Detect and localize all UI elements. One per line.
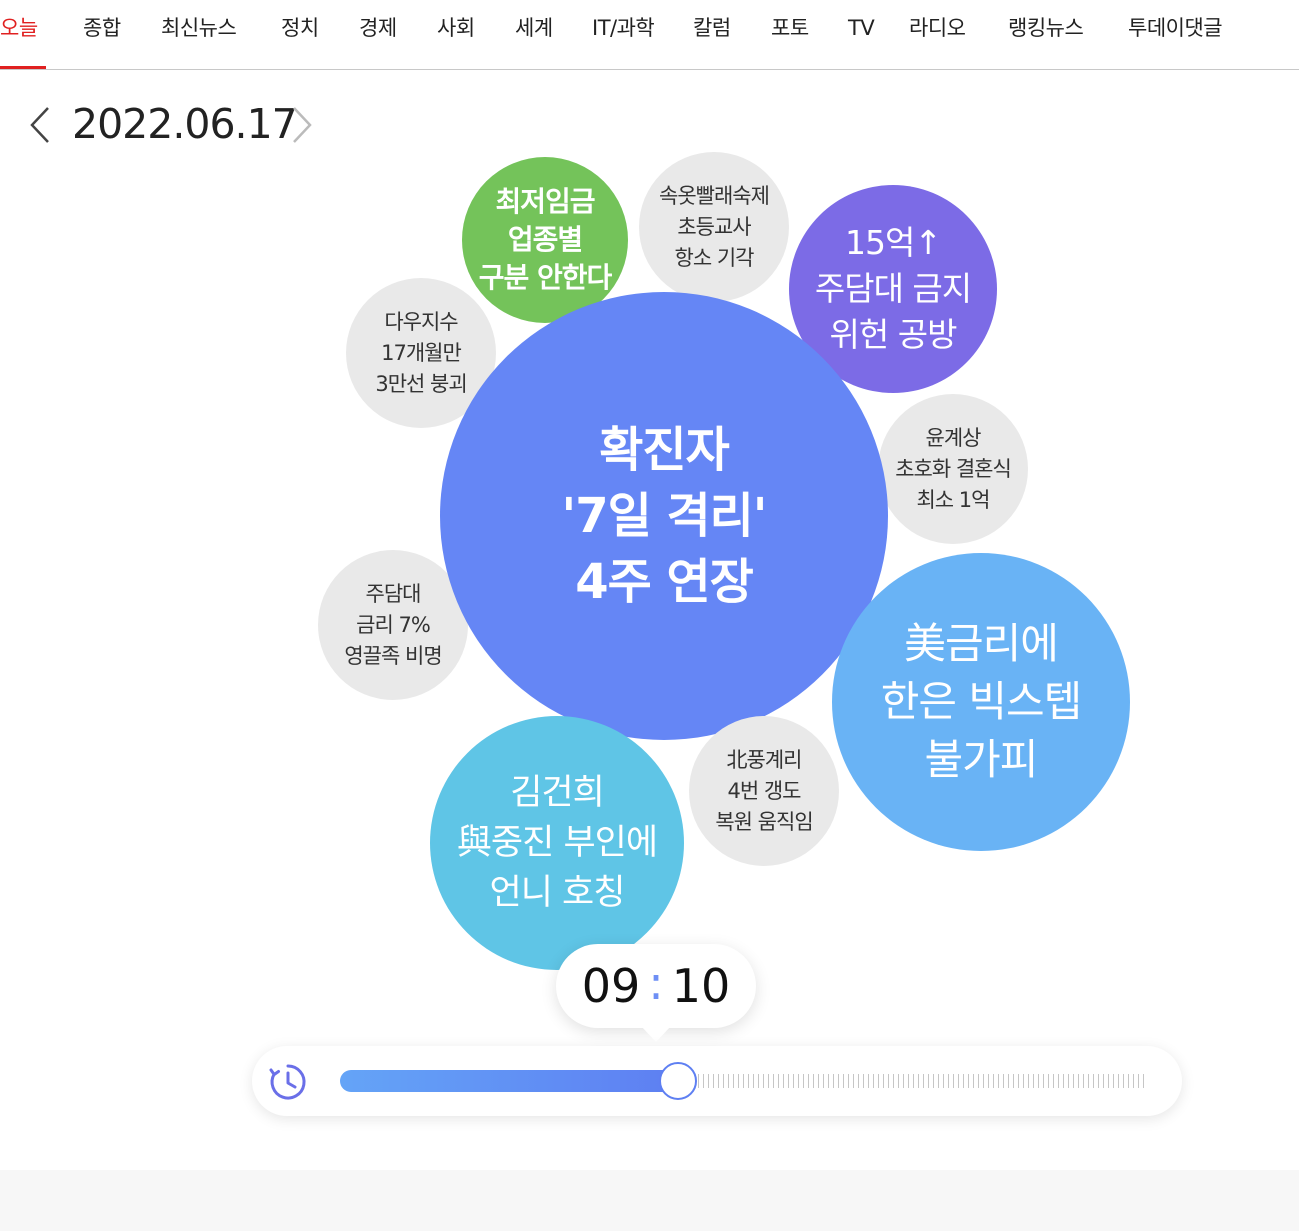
news-bubble-text: 北풍계리 4번 갱도 복원 움직임 [715,747,813,834]
news-bubble-nk-punggye[interactable]: 北풍계리 4번 갱도 복원 움직임 [689,716,839,866]
clock-icon-svg [269,1064,306,1100]
nav-item-ranking[interactable]: 랭킹뉴스 [1008,0,1084,70]
news-bubble-text: 확진자 '7일 격리' 4주 연장 [561,422,768,610]
nav-item-it-science[interactable]: IT/과학 [592,0,655,70]
news-bubble-wedding[interactable]: 윤계상 초호화 결혼식 최소 1억 [878,394,1028,544]
nav-item-radio[interactable]: 라디오 [909,0,966,70]
news-bubble-text: 김건희 與중진 부인에 언니 호칭 [456,773,658,913]
nav-item-society[interactable]: 사회 [437,0,475,70]
time-tooltip-tail [641,1026,671,1042]
nav-item-today-comments[interactable]: 투데이댓글 [1128,0,1223,70]
news-bubble-text: 속옷빨래숙제 초등교사 항소 기각 [659,183,770,270]
current-date: 2022.06.17 [72,100,298,148]
news-bubble-mortgage-rate[interactable]: 주담대 금리 7% 영끌족 비명 [318,550,468,700]
news-bubble-text: 주담대 금리 7% 영끌족 비명 [344,581,442,668]
news-bubble-text: 다우지수 17개월만 3만선 붕괴 [375,309,467,396]
news-bubble-text: 15억↑ 주담대 금지 위헌 공방 [814,223,972,354]
time-colon: : [648,956,664,1010]
news-bubble-quarantine[interactable]: 확진자 '7일 격리' 4주 연장 [440,292,888,740]
news-bubble-underwear[interactable]: 속옷빨래숙제 초등교사 항소 기각 [639,152,789,302]
nav-item-general[interactable]: 종합 [83,0,121,70]
news-bubble-text: 美금리에 한은 빅스텝 불가피 [880,619,1083,784]
time-minute: 10 [671,959,731,1013]
date-prev-button[interactable] [22,104,62,146]
nav-item-world[interactable]: 세계 [515,0,553,70]
time-tooltip: 09 : 10 [556,944,756,1028]
date-next-button[interactable] [282,104,322,146]
time-slider-ticks [697,1074,1144,1088]
news-bubble-kimkeonhee[interactable]: 김건희 與중진 부인에 언니 호칭 [430,716,684,970]
nav-active-underline [0,66,46,69]
news-bubble-minwage[interactable]: 최저임금 업종별 구분 안한다 [462,157,628,323]
nav-item-latest[interactable]: 최신뉴스 [161,0,237,70]
nav-item-photo[interactable]: 포토 [771,0,809,70]
footer-band [0,1170,1299,1231]
nav-item-today[interactable]: 오늘 [0,0,38,70]
time-hour: 09 [581,959,641,1013]
clock-icon[interactable] [268,1062,308,1102]
chevron-right-icon [293,107,312,143]
nav-item-economy[interactable]: 경제 [359,0,397,70]
chevron-left-icon [30,107,49,143]
time-slider-knob[interactable] [658,1062,697,1100]
nav-item-politics[interactable]: 정치 [281,0,319,70]
time-slider-fill [340,1070,678,1092]
news-bubble-text: 최저임금 업종별 구분 안한다 [478,185,613,294]
nav-item-tv[interactable]: TV [848,0,875,70]
nav-item-column[interactable]: 칼럼 [693,0,731,70]
news-bubble-text: 윤계상 초호화 결혼식 최소 1억 [895,425,1012,512]
top-nav: 오늘 종합 최신뉴스 정치 경제 사회 세계 IT/과학 칼럼 포토 TV 라디… [0,0,1299,70]
news-bubble-bigstep[interactable]: 美금리에 한은 빅스텝 불가피 [832,553,1130,851]
